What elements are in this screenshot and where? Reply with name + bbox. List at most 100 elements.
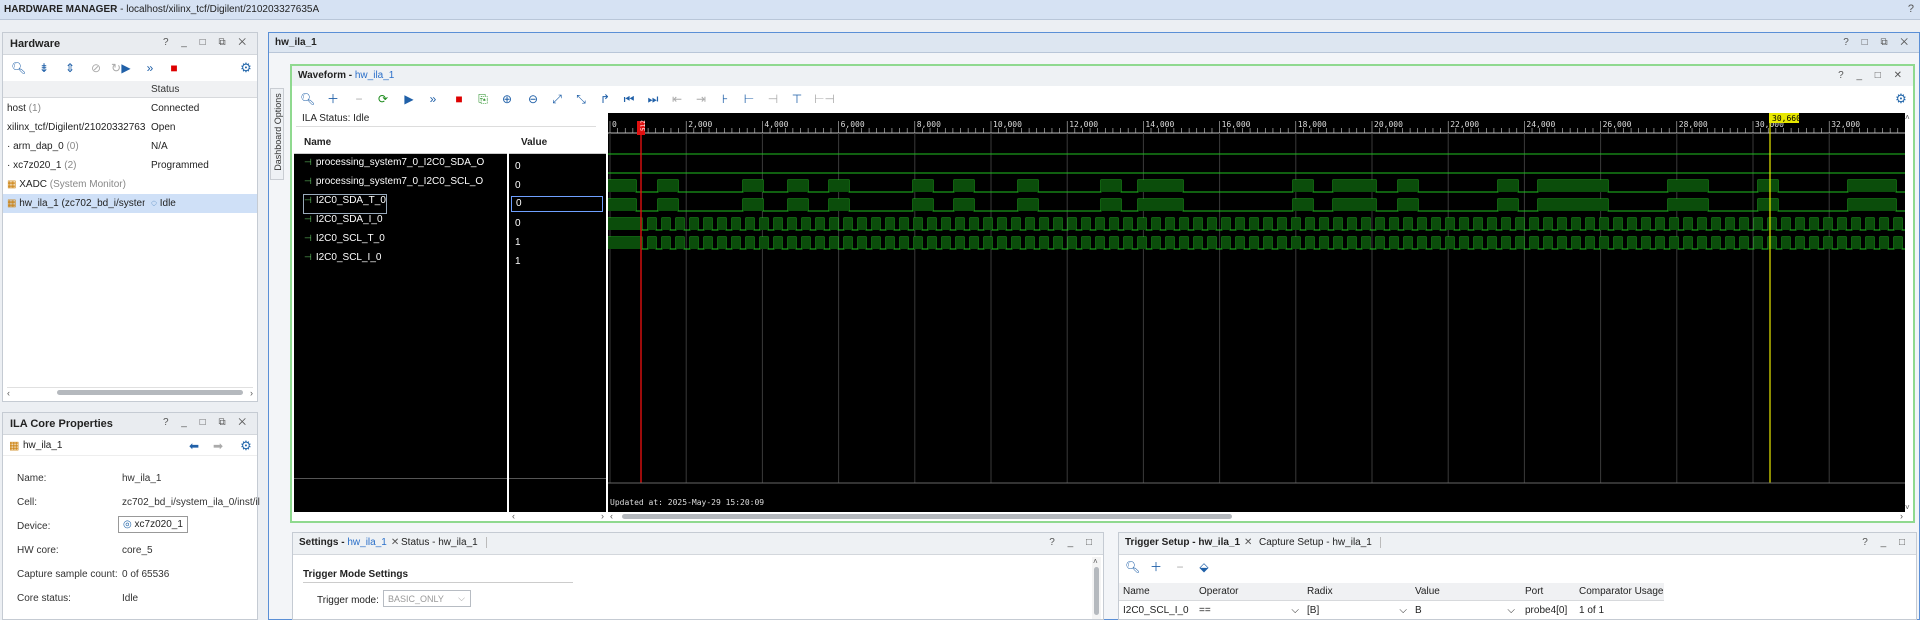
search-icon[interactable]: 🔍︎ — [1125, 560, 1140, 574]
zoom-in-icon[interactable]: ⊕ — [500, 92, 514, 106]
add-probe-icon[interactable]: ＋ — [326, 92, 340, 106]
tree-row-device[interactable]: · xc7z020_1 (2) Programmed — [3, 156, 257, 175]
disconnect-icon[interactable]: ⊘ — [89, 61, 103, 75]
editor-window-controls[interactable]: ? □ ⧉ ✕ — [1843, 37, 1913, 48]
waveform-v-scrollbar[interactable]: ˄ ˅ — [1905, 113, 1913, 512]
help-icon[interactable]: ? — [1908, 3, 1914, 15]
search-icon[interactable]: 🔍︎ — [300, 92, 315, 106]
panel-window-controls[interactable]: ? _ □ ⧉ ✕ — [163, 37, 251, 48]
signal-trace-scl-t-fill — [1796, 218, 1804, 230]
signal-trace-scl-i-fill — [718, 237, 726, 249]
trigger-mode-dropdown[interactable]: BASIC_ONLY ⌵ — [383, 590, 471, 607]
trigger-position-icon[interactable]: ⬙ — [1197, 560, 1211, 574]
signal-trace-scl-i-fill — [1026, 237, 1034, 249]
search-icon[interactable]: 🔍︎ — [11, 61, 26, 75]
tick-label: 28,000 — [1679, 120, 1708, 129]
signal-trace-scl-t-fill — [1040, 218, 1048, 230]
stop-icon[interactable]: ■ — [167, 61, 181, 75]
tree-row-hw-ila[interactable]: ▦ hw_ila_1 (zc702_bd_i/system_ila_0/inst… — [3, 194, 257, 213]
scroll-thumb[interactable] — [57, 390, 243, 395]
radix-dropdown[interactable]: [B] ⌵ — [1307, 605, 1407, 616]
tree-row-arm-dap[interactable]: · arm_dap_0 (0) N/A — [3, 137, 257, 156]
tree-row-xadc[interactable]: ▦ XADC (System Monitor) — [3, 175, 257, 194]
zoom-cursor-icon[interactable]: ⤡ — [574, 92, 588, 106]
swap-cursors-icon[interactable]: ⊤ — [790, 92, 804, 106]
hardware-h-scrollbar[interactable]: ‹ › — [7, 387, 253, 398]
zoom-out-icon[interactable]: ⊖ — [526, 92, 540, 106]
signal-row-selected[interactable]: ⊣ I2C0_SDA_T_0 — [303, 194, 387, 214]
waveform-svg[interactable]: 0 2,000 4,000 6,000 8,000 10,000 12,000 14,000 1… — [607, 113, 1905, 512]
value-column-header[interactable]: Value — [509, 130, 606, 154]
signal-trace-scl-t-fill — [1810, 218, 1818, 230]
name-h-scrollbar[interactable]: ‹ › — [294, 511, 606, 521]
auto-retrigger-icon[interactable]: ⟳ — [376, 92, 390, 106]
back-arrow-icon[interactable]: ⬅ — [187, 439, 201, 453]
trigger-window-controls[interactable]: ? _ □ — [1862, 537, 1910, 548]
operator-dropdown[interactable]: == ⌵ — [1199, 605, 1299, 616]
gear-icon[interactable]: ⚙ — [239, 439, 253, 453]
next-transition-icon[interactable]: ⇥ — [694, 92, 708, 106]
signal-row[interactable]: ⊣ I2C0_SCL_T_0 — [304, 233, 385, 251]
settings-window-controls[interactable]: ? _ □ — [1049, 537, 1097, 548]
device-field[interactable]: ◎ xc7z020_1 — [118, 516, 188, 533]
remove-icon[interactable]: − — [1173, 560, 1187, 574]
settings-v-scrollbar[interactable]: ˄ — [1092, 557, 1101, 619]
collapse-all-icon[interactable]: ⇟ — [37, 61, 51, 75]
signal-row[interactable]: ⊣ processing_system7_0_I2C0_SCL_O — [304, 176, 483, 194]
waveform-canvas[interactable]: 0 2,000 4,000 6,000 8,000 10,000 12,000 14,000 1… — [607, 113, 1905, 512]
signal-trace-sda-t-fill — [1018, 180, 1038, 192]
close-icon[interactable]: ✕ — [1244, 537, 1252, 548]
name-column-header[interactable]: Name — [294, 130, 507, 154]
trigger-table-row[interactable]: I2C0_SCL_I_0 == ⌵ [B] ⌵ B ⌵ probe4[0] 1 of … — [1119, 602, 1664, 619]
gear-icon[interactable]: ⚙ — [1894, 92, 1908, 106]
go-to-time-zero-icon[interactable]: ⏮ — [622, 92, 636, 106]
tab-hw-ila-1[interactable]: hw_ila_1 — [275, 37, 317, 48]
stop-icon[interactable]: ■ — [452, 92, 466, 106]
dashboard-options-tab[interactable]: Dashboard Options — [270, 88, 284, 180]
tab-settings[interactable]: Settings - hw_ila_1 ✕ — [299, 537, 399, 548]
signal-trace-scl-t-fill — [956, 218, 964, 230]
signal-trace-scl-t-fill — [844, 218, 852, 230]
signal-trace-sda-t-fill — [913, 180, 933, 192]
value-dropdown[interactable]: B ⌵ — [1415, 605, 1515, 616]
forward-arrow-icon[interactable]: ➡ — [211, 439, 225, 453]
previous-transition-icon[interactable]: ⇤ — [670, 92, 684, 106]
tab-trigger-setup[interactable]: Trigger Setup - hw_ila_1 ✕ — [1125, 537, 1252, 548]
export-icon[interactable]: ⎘ — [476, 92, 490, 106]
zoom-fit-icon[interactable]: ⤢ — [550, 92, 564, 106]
run-immediate-icon[interactable]: » — [143, 61, 157, 75]
waveform-h-scrollbar[interactable]: ‹ › — [608, 511, 1905, 521]
signal-trace-scl-i-fill — [1264, 237, 1272, 249]
signal-trace-sda-t-fill — [608, 180, 636, 192]
signal-row[interactable]: ⊣ I2C0_SDA_I_0 — [304, 214, 383, 232]
signal-row[interactable]: ⊣ I2C0_SCL_I_0 — [304, 252, 381, 270]
tree-row-target[interactable]: xilinx_tcf/Digilent/210203327635A Open — [3, 118, 257, 137]
next-marker-icon[interactable]: ⊣ — [766, 92, 780, 106]
scroll-thumb[interactable] — [622, 514, 1232, 519]
idle-status-icon: ◌ — [151, 198, 157, 209]
remove-icon[interactable]: − — [352, 92, 366, 106]
gear-icon[interactable]: ⚙ — [239, 61, 253, 75]
close-icon[interactable]: ✕ — [391, 537, 399, 548]
tree-row-host[interactable]: host (1) Connected — [3, 99, 257, 118]
add-marker-icon[interactable]: ⊦ — [718, 92, 732, 106]
run-trigger-icon[interactable]: ▶ — [119, 61, 133, 75]
add-probe-icon[interactable]: ＋ — [1149, 560, 1163, 574]
signal-trace-scl-i-fill — [1376, 237, 1384, 249]
panel-window-controls[interactable]: ? _ □ ⧉ ✕ — [163, 417, 251, 428]
run-immediate-icon[interactable]: » — [426, 92, 440, 106]
waveform-window-controls[interactable]: ? _ □ ✕ — [1838, 70, 1907, 81]
tab-capture-setup[interactable]: Capture Setup - hw_ila_1 — [1259, 537, 1381, 548]
status-column-header[interactable]: Status — [151, 84, 179, 95]
run-trigger-icon[interactable]: ▶ — [402, 92, 416, 106]
signal-trace-scl-t-fill — [1712, 218, 1720, 230]
snap-icon[interactable]: ⊢⊣ — [814, 92, 835, 106]
tab-status[interactable]: Status - hw_ila_1 — [401, 537, 487, 548]
scroll-thumb[interactable] — [1094, 567, 1099, 615]
ila-status: ILA Status: Idle — [296, 111, 596, 127]
expand-all-icon[interactable]: ⇕ — [63, 61, 77, 75]
go-to-cursor-icon[interactable]: ↱ — [598, 92, 612, 106]
signal-row[interactable]: ⊣ processing_system7_0_I2C0_SDA_O — [304, 157, 484, 175]
go-to-last-time-icon[interactable]: ⏭ — [646, 92, 660, 106]
previous-marker-icon[interactable]: ⊢ — [742, 92, 756, 106]
